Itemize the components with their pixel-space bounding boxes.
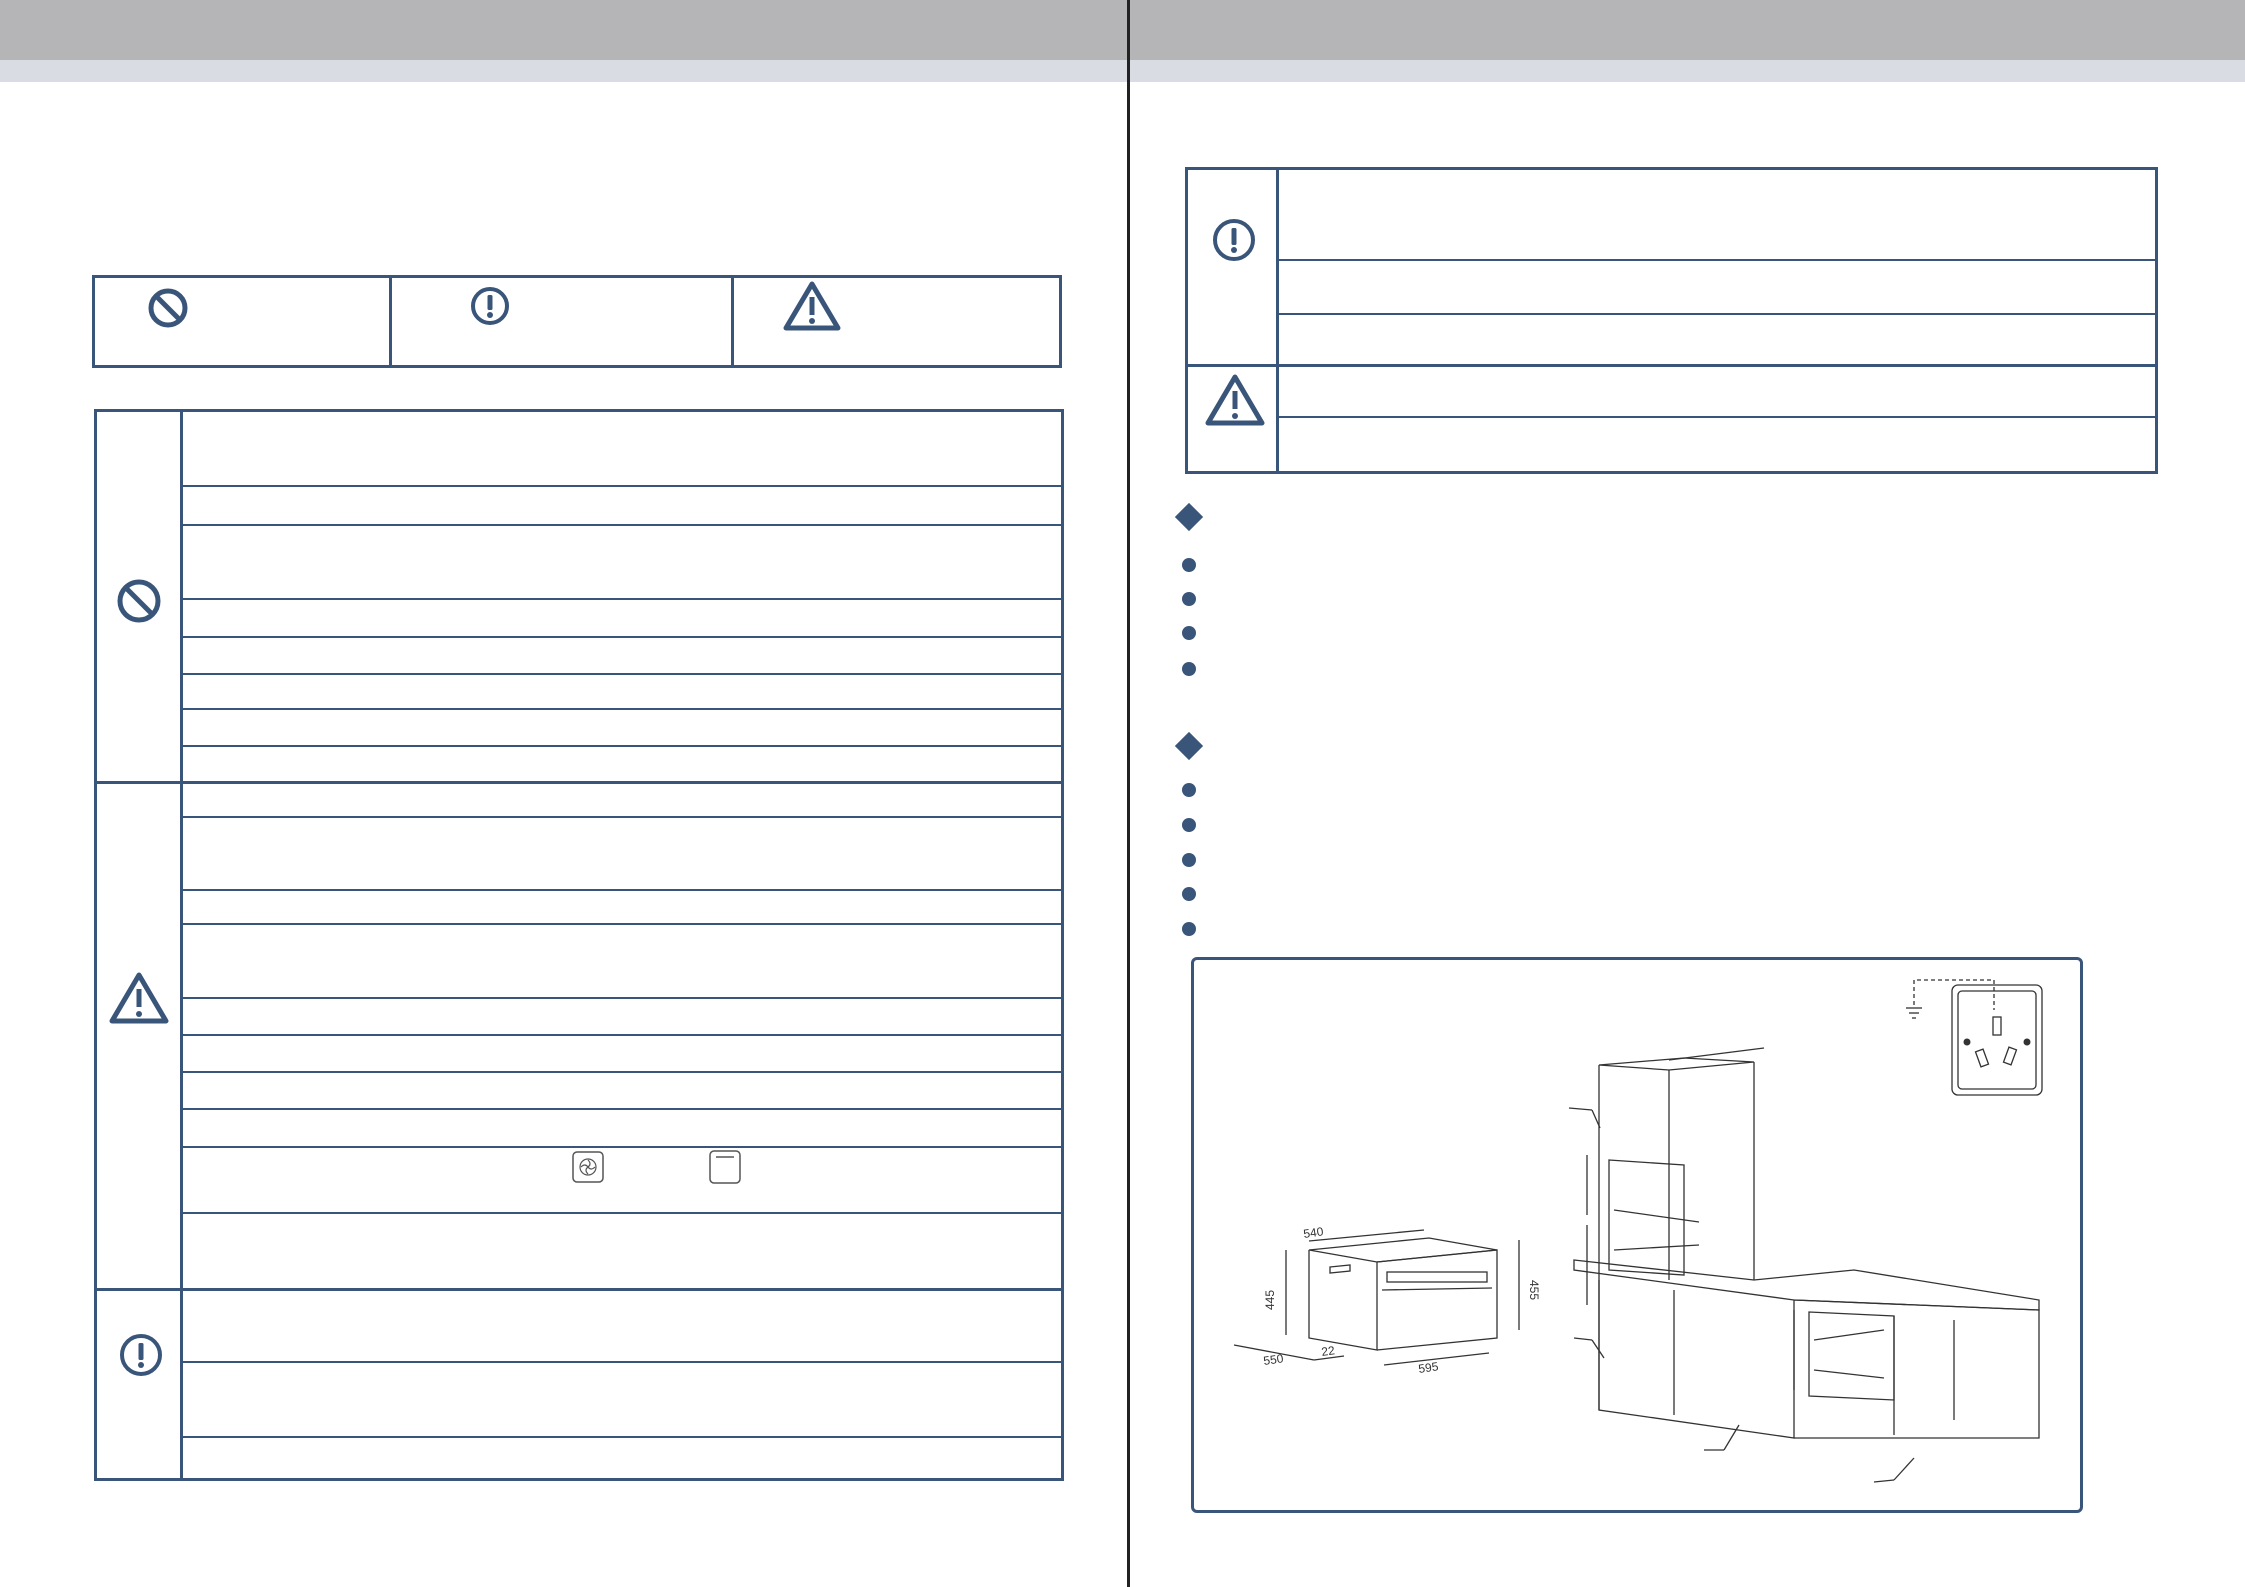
- prohibited-icon: [117, 579, 161, 623]
- safety-table-left: [94, 409, 1064, 1481]
- table-row-line: [181, 673, 1064, 675]
- installation-drawing: 540 445 455 595 550 22: [1233, 979, 2043, 1483]
- table-row-line: [181, 1361, 1064, 1363]
- warning-triangle-icon: [1205, 374, 1265, 426]
- dim-side: 550: [1262, 1351, 1284, 1368]
- bullet-icon: [1182, 592, 1196, 606]
- table-row-line: [181, 1034, 1064, 1036]
- table-row-line: [181, 1146, 1064, 1148]
- bullet-icon: [1182, 783, 1196, 797]
- table-row-line: [181, 708, 1064, 710]
- table-row-line: [181, 1071, 1064, 1073]
- installation-diagram: 540 445 455 595 550 22: [1191, 957, 2083, 1513]
- bullet-icon: [1182, 662, 1196, 676]
- header-bar: [0, 0, 2245, 60]
- legend-divider-1: [389, 275, 392, 368]
- dim-width: 595: [1417, 1359, 1439, 1376]
- table-row-line: [181, 889, 1064, 891]
- mandatory-icon: [1213, 219, 1255, 261]
- bullet-icon: [1182, 626, 1196, 640]
- bullet-icon: [1182, 887, 1196, 901]
- diamond-icon: [1174, 731, 1204, 761]
- group-separator: [1185, 364, 2158, 367]
- bullet-icon: [1182, 818, 1196, 832]
- group-separator: [94, 781, 1064, 784]
- warning-triangle-icon: [783, 281, 841, 331]
- table-row-line: [181, 816, 1064, 818]
- bullet-icon: [1182, 558, 1196, 572]
- top-heat-mode-icon: [709, 1150, 741, 1184]
- mandatory-icon: [120, 1334, 162, 1376]
- symbol-legend-box: [92, 275, 1062, 368]
- bullet-icon: [1182, 922, 1196, 936]
- table-row-line: [181, 1108, 1064, 1110]
- table-row-line: [1277, 416, 2158, 418]
- diamond-icon: [1174, 502, 1204, 532]
- group-separator: [94, 1288, 1064, 1291]
- page-spine: [1127, 0, 1130, 1587]
- table-row-line: [1277, 259, 2158, 261]
- legend-divider-2: [731, 275, 734, 368]
- icon-column-divider: [180, 409, 183, 1481]
- bullet-icon: [1182, 853, 1196, 867]
- prohibited-icon: [148, 288, 188, 328]
- table-row-line: [181, 745, 1064, 747]
- table-row-line: [1277, 313, 2158, 315]
- fan-mode-icon: [572, 1151, 604, 1183]
- icon-column-divider: [1276, 167, 1279, 474]
- table-row-line: [181, 997, 1064, 999]
- safety-table-right: [1185, 167, 2158, 474]
- mandatory-icon: [471, 287, 509, 325]
- table-row-line: [181, 923, 1064, 925]
- dim-depth: 540: [1302, 1224, 1324, 1241]
- table-row-line: [181, 598, 1064, 600]
- table-row-line: [181, 1212, 1064, 1214]
- dim-front-height: 455: [1527, 1280, 1541, 1300]
- table-row-line: [181, 485, 1064, 487]
- warning-triangle-icon: [109, 972, 169, 1024]
- header-sub-bar: [0, 60, 2245, 82]
- table-row-line: [181, 636, 1064, 638]
- dim-front-depth: 22: [1320, 1343, 1335, 1359]
- table-row-line: [181, 1436, 1064, 1438]
- table-row-line: [181, 524, 1064, 526]
- dim-height: 445: [1263, 1290, 1277, 1310]
